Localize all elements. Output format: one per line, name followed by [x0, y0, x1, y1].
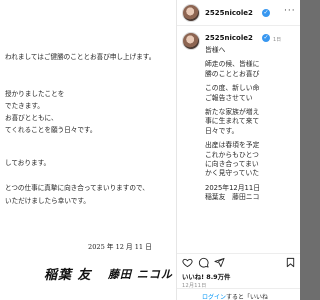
signature-left: 稲葉 友 [44, 268, 92, 283]
bookmark-icon[interactable] [285, 257, 296, 268]
heart-icon[interactable] [182, 257, 193, 268]
caption-line: に向き合ってまい [205, 160, 259, 168]
post-image-letter[interactable]: われましてはご健勝のこととお喜び申し上げます。 授かりましたことを でたきます。… [0, 0, 176, 300]
letter-line: われましてはご健勝のこととお喜び申し上げます。 [5, 53, 156, 61]
share-icon[interactable] [214, 257, 225, 268]
username[interactable]: 2525nicole2 [205, 9, 253, 17]
post-header: 2525nicole2 ✓ ··· [177, 0, 300, 26]
more-options-icon[interactable]: ··· [284, 6, 296, 16]
login-bar: ログイン すると「いいね [177, 288, 300, 300]
letter-line: しております。 [5, 159, 51, 167]
avatar[interactable] [182, 4, 200, 22]
verified-badge-icon: ✓ [262, 9, 270, 17]
caption-line: ご報告させてい [205, 93, 253, 102]
signature-right: 藤田 ニコル [108, 268, 173, 281]
login-link[interactable]: ログイン [202, 292, 226, 300]
caption-line: これからもひとつ [205, 150, 259, 159]
letter-line: いただけましたら幸いです。 [5, 197, 90, 205]
letter-line: てくれることを願う日々です。 [5, 126, 97, 134]
letter-line: お喜びとともに、 [5, 114, 58, 122]
caption-line: 師走の候、皆様に [205, 60, 260, 69]
letter-line: とつの仕事に真摯に向き合ってまいりますので、 [5, 184, 149, 192]
verified-badge-icon: ✓ [262, 34, 270, 42]
caption-line: 2025年12月11日 [205, 183, 260, 192]
caption-username[interactable]: 2525nicole2 [205, 34, 253, 42]
caption-line: 勝のこととお喜び [205, 69, 260, 78]
letter-line: 授かりましたことを [5, 90, 65, 98]
caption-line: 新たな家族が増え [205, 108, 260, 116]
caption-line: 皆様へ [205, 46, 226, 54]
letter-date: 2025 年 12 月 11 日 [88, 243, 152, 251]
caption-line: 事に生まれて来て [205, 117, 260, 126]
caption-line: この度、新しい命 [205, 84, 260, 93]
caption-line: 稲葉友 藤田ニコ [205, 193, 260, 202]
like-count[interactable]: いいね! 8.9万件 [182, 272, 230, 281]
login-text: すると「いいね [226, 294, 269, 300]
post-panel: 2525nicole2 ✓ ··· 2525nicole2 ✓ 1日 皆様へ師走… [176, 0, 300, 300]
caption-line: 出産は春頃を予定 [205, 141, 260, 150]
letter-line: でたきます。 [5, 102, 44, 110]
caption-line: かく見守っていた [205, 169, 260, 178]
comment-icon[interactable] [198, 257, 209, 268]
caption-avatar[interactable] [182, 32, 200, 50]
caption-line: 日々です。 [205, 126, 239, 135]
caption-time: 1日 [273, 37, 282, 43]
